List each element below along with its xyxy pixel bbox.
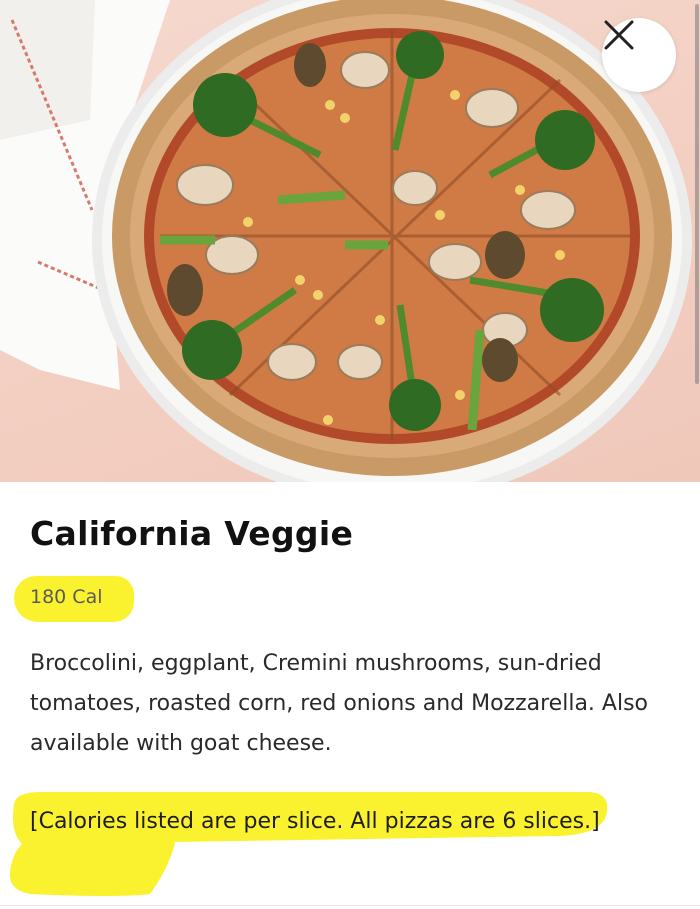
pizza-photo-icon [0, 0, 692, 482]
napkin-fold [0, 0, 95, 140]
close-button[interactable] [602, 18, 676, 92]
pizza-photo [0, 0, 700, 482]
close-icon [604, 20, 634, 50]
divider [0, 905, 700, 906]
scrollbar-thumb[interactable] [695, 4, 699, 384]
note-highlight [9, 792, 608, 896]
calorie-note: [Calories listed are per slice. All pizz… [30, 809, 600, 834]
menu-item-detail: California Veggie 180 Cal Broccolini, eg… [0, 0, 700, 909]
item-details: California Veggie 180 Cal Broccolini, eg… [0, 482, 700, 909]
